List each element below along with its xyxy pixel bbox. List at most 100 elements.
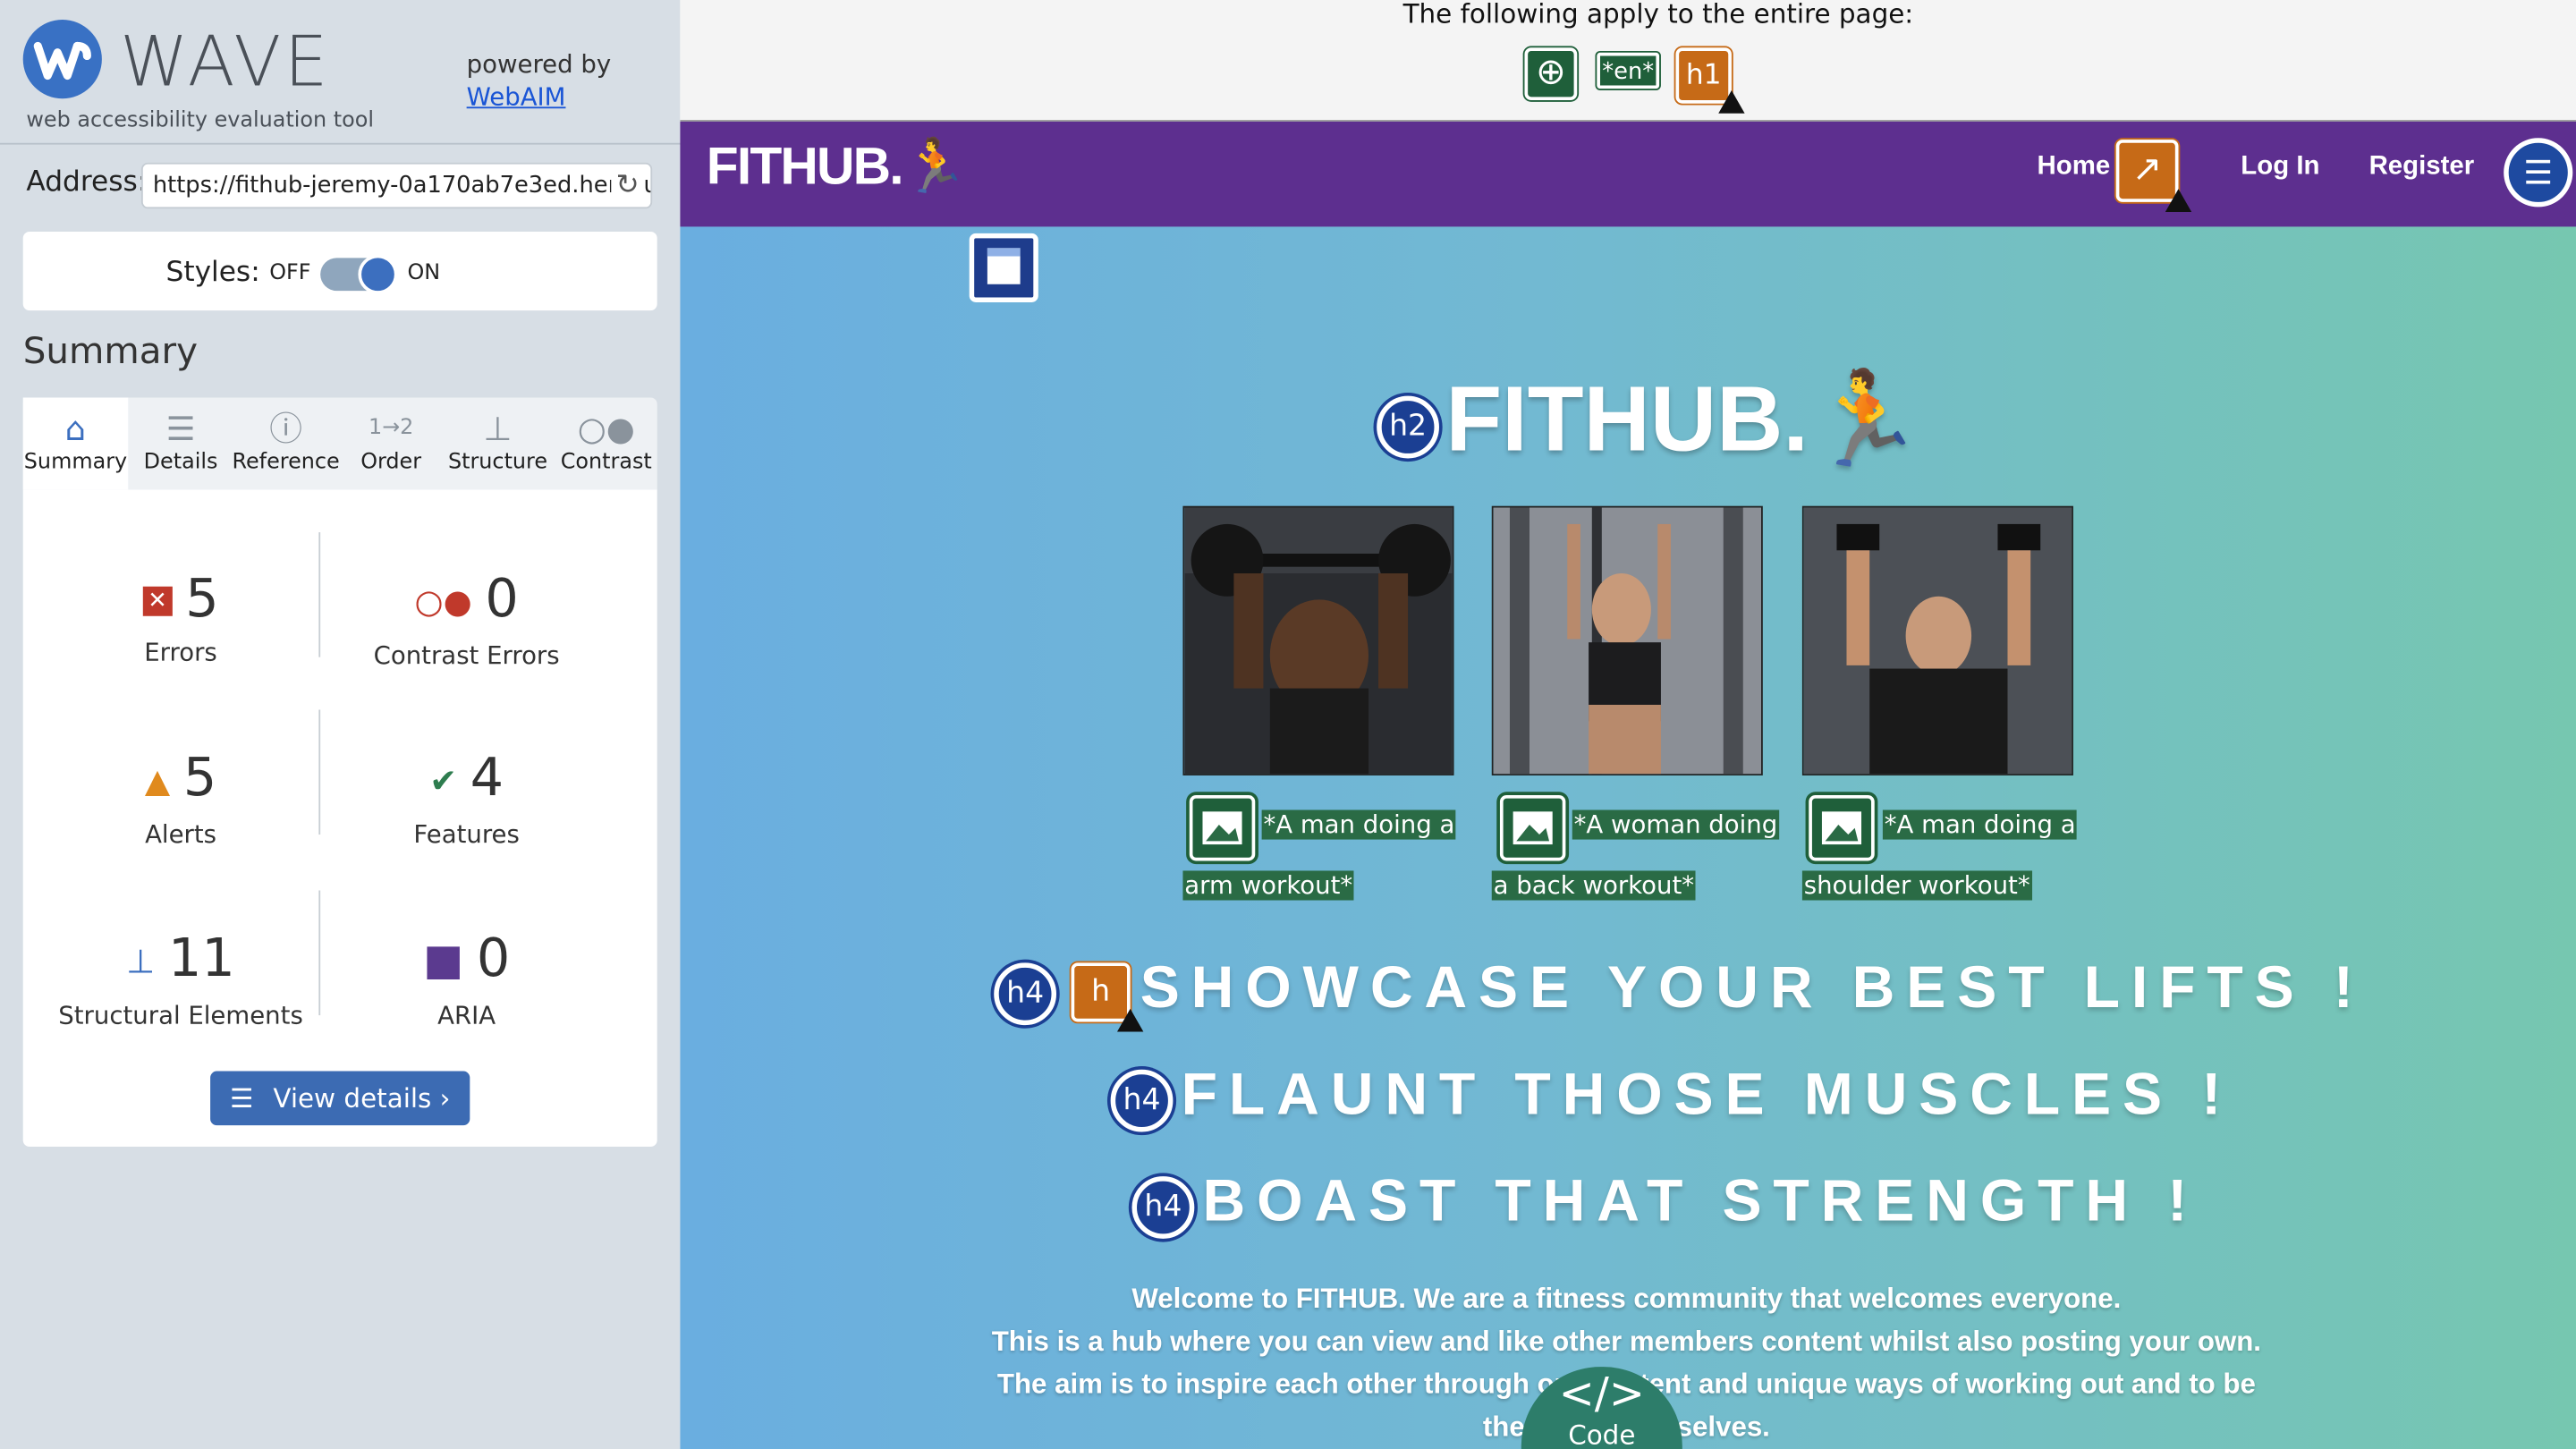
page-notice-bar: The following apply to the entire page: …	[680, 0, 2576, 122]
image-alt-icon[interactable]	[1499, 794, 1566, 861]
tab-details[interactable]: ☰ Details	[131, 397, 230, 489]
nav-login[interactable]: Log In	[2241, 153, 2319, 182]
styles-toggle-knob	[358, 254, 398, 294]
address-label: Address:	[26, 165, 148, 199]
hero-title-text: FITHUB.	[1445, 366, 1809, 470]
tab-reference[interactable]: ⓘ Reference	[230, 397, 342, 489]
reload-icon[interactable]: ↻	[611, 169, 644, 202]
tab-order[interactable]: 1→2 Order	[345, 397, 437, 489]
wave-logo-text: WAVE	[120, 21, 332, 102]
aria-count: 0	[476, 926, 511, 989]
language-globe-icon[interactable]: ⊕	[1524, 47, 1578, 101]
wave-tabs: ⌂ Summary ☰ Details ⓘ Reference 1→2 Orde…	[22, 397, 657, 490]
address-bar: Address: https://fithub-jeremy-0a170ab7e…	[0, 142, 681, 212]
errors-stat[interactable]: ✕ 5 Errors	[33, 565, 329, 667]
code-icon: </>	[1558, 1369, 1645, 1419]
warning-icon	[2165, 189, 2192, 212]
structure-icon: ⊥	[126, 941, 156, 981]
h4-badge[interactable]: h4	[1131, 1176, 1195, 1239]
alerts-stat[interactable]: ▲ 5 Alerts	[33, 744, 329, 850]
contrast-errors-count: 0	[485, 566, 519, 630]
contrast-error-icon: ○●	[414, 581, 472, 622]
page-notice-text: The following apply to the entire page:	[1402, 0, 1914, 30]
warning-icon	[1718, 90, 1745, 114]
skipped-heading-alert-icon[interactable]: h	[1071, 962, 1144, 1032]
powered-by-label: powered by	[466, 49, 612, 80]
h1-alert-badge[interactable]: h1	[1675, 47, 1745, 114]
alt-text-line: a back workout*	[1491, 870, 1696, 901]
photo-back-workout	[1491, 505, 1763, 775]
structural-stat[interactable]: ⊥ 11 Structural Elements	[33, 925, 329, 1030]
alt-text-shoulder-cont: shoulder workout*	[1801, 868, 2032, 903]
runner-icon: 🏃	[1808, 366, 1924, 470]
order-icon: 1→2	[368, 415, 414, 441]
wave-sidebar: WAVE web accessibility evaluation tool p…	[0, 0, 681, 1449]
features-label: Features	[413, 819, 520, 850]
h2-badge[interactable]: h2	[1377, 395, 1439, 459]
summary-panel: ✕ 5 Errors ○● 0 Contrast Errors ▲ 5 Alerts …	[22, 489, 657, 1148]
main-landmark-icon[interactable]	[969, 233, 1038, 302]
alt-text-line: *A man doing a	[1882, 809, 2078, 840]
info-icon: ⓘ	[269, 409, 302, 449]
alt-text-back: *A woman doing	[1572, 807, 1780, 843]
structure-icon: ⊥	[483, 409, 513, 449]
home-icon: ⌂	[64, 409, 87, 449]
alerts-count: 5	[182, 745, 217, 809]
tab-label: Summary	[23, 450, 128, 475]
brand-logo[interactable]: FITHUB.🏃	[706, 135, 968, 198]
styles-toggle-card: Styles: OFF ON	[22, 231, 657, 311]
slogan-2: FLAUNT THOSE MUSCLES !	[1181, 1059, 2233, 1127]
code-toggle-button[interactable]: </> Code	[1521, 1367, 1682, 1449]
aria-icon: ■	[423, 936, 464, 987]
runner-icon: 🏃	[902, 136, 968, 196]
list-icon: ☰	[165, 409, 196, 449]
contrast-icon: ○●	[577, 409, 635, 449]
alerts-label: Alerts	[145, 819, 217, 850]
aria-stat[interactable]: ■ 0 ARIA	[318, 925, 614, 1030]
code-label: Code	[1568, 1419, 1636, 1449]
image-alt-icon[interactable]	[1189, 794, 1256, 861]
wave-logo-subtitle: web accessibility evaluation tool	[26, 108, 374, 133]
tab-label: Structure	[447, 450, 548, 475]
view-details-button[interactable]: ☰ View details ›	[210, 1071, 470, 1126]
welcome-line: This is a hub where you can view and lik…	[991, 1326, 2261, 1358]
features-stat[interactable]: ✔ 4 Features	[318, 744, 614, 850]
photo-shoulder-workout	[1801, 505, 2073, 775]
tab-label: Details	[143, 450, 218, 475]
brand-text: FITHUB.	[706, 136, 904, 196]
alt-text-line: *A woman doing	[1572, 809, 1780, 840]
alt-text-shoulder: *A man doing a	[1882, 807, 2078, 843]
welcome-line: Welcome to FITHUB. We are a fitness comm…	[1131, 1283, 2122, 1315]
error-icon: ✕	[142, 586, 173, 616]
address-input[interactable]: https://fithub-jeremy-0a170ab7e3ed.herok…	[140, 162, 653, 209]
tab-structure[interactable]: ⊥ Structure	[444, 397, 552, 489]
redundant-link-alert-icon[interactable]: ↗	[2115, 140, 2192, 212]
image-alt-icon[interactable]	[1809, 794, 1875, 861]
lang-badge[interactable]: *en*	[1597, 52, 1660, 89]
site-navbar: FITHUB.🏃 Home ↗ Log In Register ☰	[680, 121, 2576, 227]
styles-label: Styles:	[165, 256, 260, 290]
hero-section: h2 FITHUB.🏃 *A man doing a arm workout* …	[680, 226, 2576, 1449]
alt-text-line: *A man doing a	[1261, 809, 1457, 840]
h4-badge[interactable]: h4	[1110, 1069, 1174, 1132]
menu-list-icon[interactable]: ☰	[2504, 138, 2573, 208]
errors-count: 5	[185, 566, 219, 630]
tab-summary[interactable]: ⌂ Summary	[22, 397, 129, 490]
alert-icon: ▲	[144, 760, 171, 801]
nav-register[interactable]: Register	[2369, 153, 2475, 182]
contrast-errors-stat[interactable]: ○● 0 Contrast Errors	[318, 565, 614, 671]
h4-badge[interactable]: h4	[994, 962, 1057, 1026]
slogan-3: BOAST THAT STRENGTH !	[1202, 1166, 2199, 1234]
styles-toggle[interactable]	[320, 254, 398, 294]
tab-contrast[interactable]: ○● Contrast	[555, 397, 657, 489]
structural-label: Structural Elements	[58, 1000, 303, 1030]
webaim-link[interactable]: WebAIM	[467, 82, 566, 112]
wave-logo-icon	[22, 20, 102, 99]
alt-text-line: arm workout*	[1182, 870, 1355, 901]
styles-on-label: ON	[407, 261, 441, 286]
nav-home[interactable]: Home	[2038, 153, 2111, 182]
alt-text-line: shoulder workout*	[1801, 870, 2032, 901]
list-icon: ☰	[229, 1082, 254, 1114]
errors-label: Errors	[144, 637, 217, 667]
powered-by: powered by WebAIM	[467, 47, 612, 113]
